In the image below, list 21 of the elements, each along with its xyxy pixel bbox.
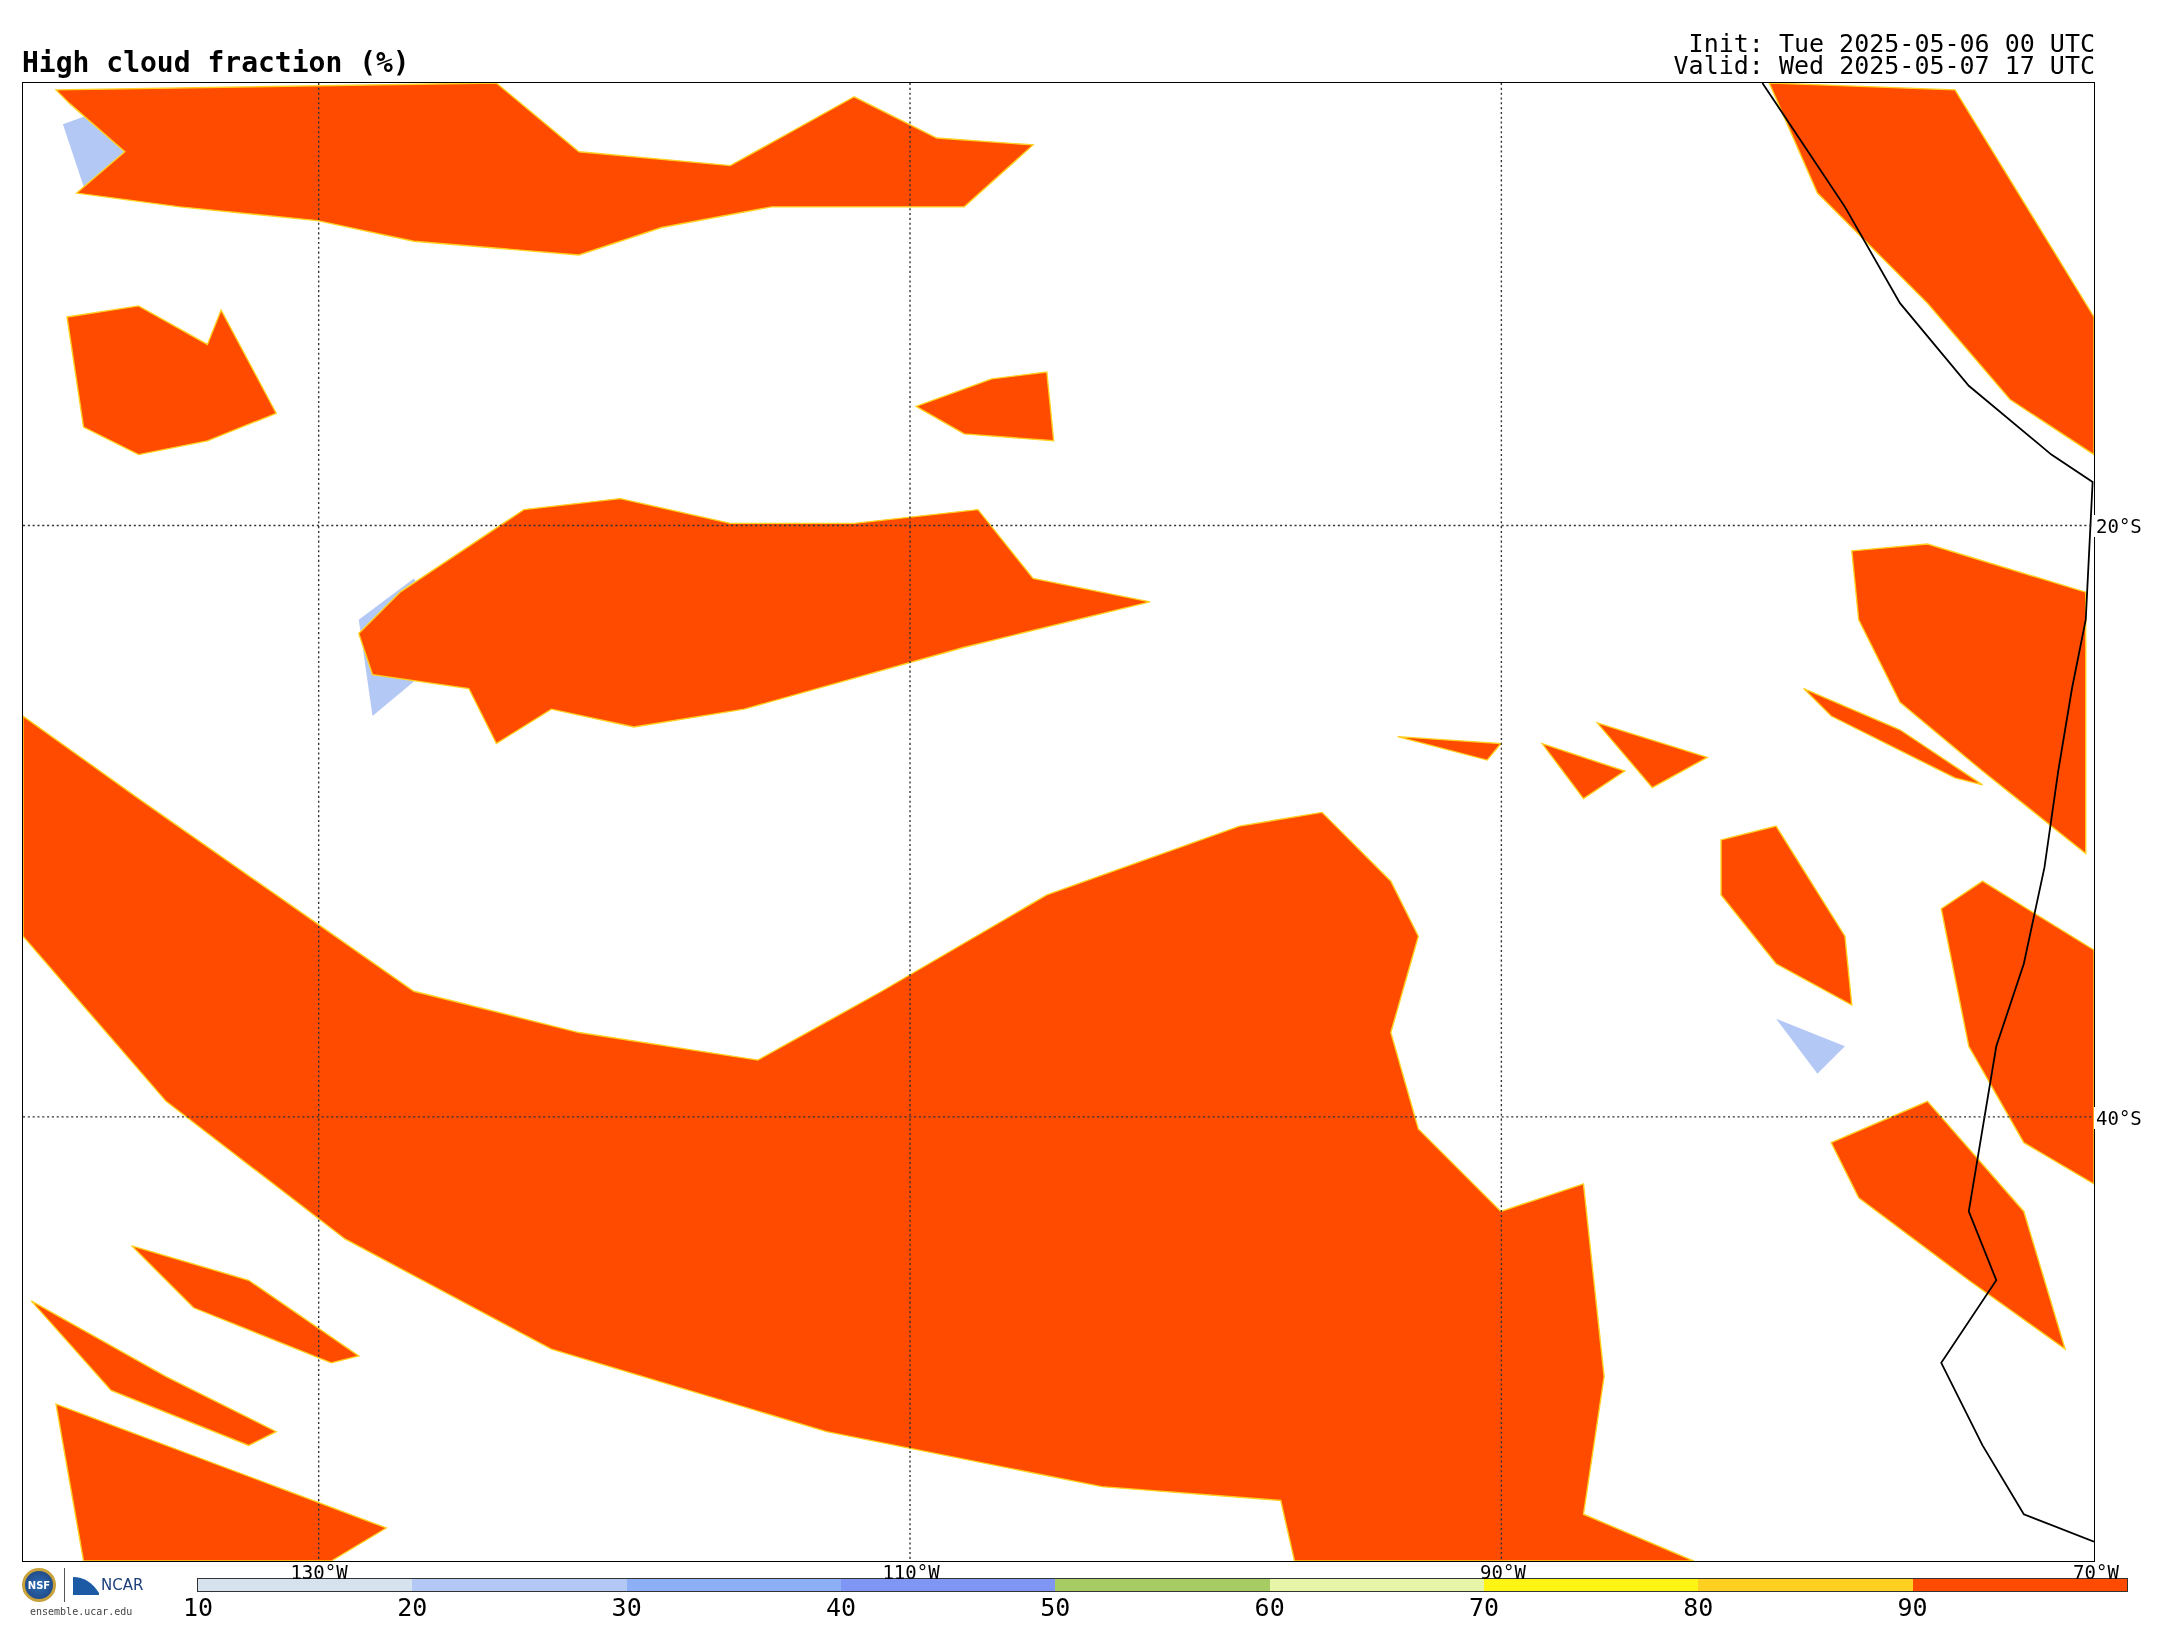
latitude-label: 40°S xyxy=(2094,1107,2142,1129)
ncar-logo: NCAR xyxy=(73,1575,144,1595)
colorbar-tick-label: 90 xyxy=(1897,1594,1928,1622)
longitude-label: 110°W xyxy=(882,1561,940,1583)
longitude-label: 90°W xyxy=(1480,1561,1526,1583)
map-title: High cloud fraction (%) xyxy=(22,46,410,79)
colorbar-tick-label: 70 xyxy=(1468,1594,1499,1622)
longitude-label: 130°W xyxy=(290,1561,348,1583)
colorbar-tick-label: 20 xyxy=(397,1594,428,1622)
colorbar-tick-label: 50 xyxy=(1040,1594,1071,1622)
colorbar-tick-label: 80 xyxy=(1683,1594,1714,1622)
init-time: Init: Tue 2025-05-06 00 UTC xyxy=(1688,33,2095,55)
colorbar-tick-label: 10 xyxy=(182,1594,214,1622)
longitude-label: 70°W xyxy=(2073,1561,2119,1583)
colorbar-tick-label: 60 xyxy=(1254,1594,1285,1622)
site-url: ensemble.ucar.edu xyxy=(30,1606,133,1617)
nsf-logo: NSF xyxy=(22,1568,56,1602)
valid-time: Valid: Wed 2025-05-07 17 UTC xyxy=(1673,55,2095,77)
colorbar-tick-label: 40 xyxy=(825,1594,857,1622)
latitude-label: 20°S xyxy=(2094,515,2142,537)
colorbar-tick-label: 30 xyxy=(611,1594,642,1622)
